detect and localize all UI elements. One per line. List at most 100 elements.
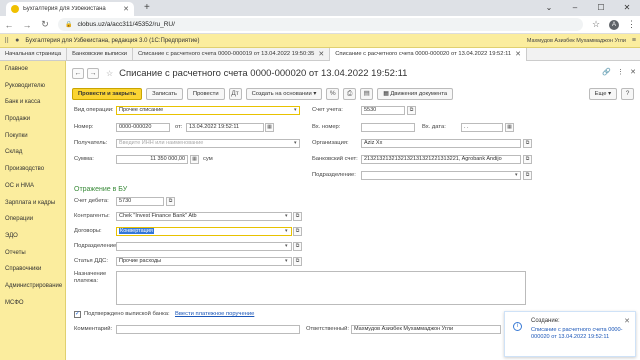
sidebar-item-edo[interactable]: ЭДО: [0, 228, 65, 245]
chevron-down-icon[interactable]: ▾: [294, 106, 297, 115]
open-icon[interactable]: ⧉: [293, 257, 302, 266]
open-icon[interactable]: ⧉: [523, 171, 532, 180]
report-icon[interactable]: ▤: [360, 87, 374, 100]
responsible-field[interactable]: Махмудов Азизбек Мухаммаджон Угли: [351, 325, 501, 334]
sidebar-item-sales[interactable]: Продажи: [0, 111, 65, 128]
forward-icon[interactable]: →: [22, 20, 32, 30]
recipient-label: Получатель:: [74, 140, 108, 146]
bank-account-field[interactable]: 2132132132132132131321221313221, Agroban…: [361, 155, 521, 164]
open-icon[interactable]: ⧉: [166, 197, 175, 206]
in-number-field[interactable]: [361, 123, 415, 132]
open-icon[interactable]: ⧉: [523, 155, 532, 164]
back-icon[interactable]: ←: [4, 20, 14, 30]
chevron-down-icon[interactable]: ▾: [285, 257, 288, 266]
percent-icon[interactable]: %: [326, 87, 340, 100]
close-tab-icon[interactable]: ✕: [123, 6, 129, 13]
more-icon[interactable]: ⋮: [617, 68, 624, 76]
sidebar-item-purchases[interactable]: Покупки: [0, 128, 65, 145]
number-field[interactable]: 0000-000020: [116, 123, 170, 132]
chevron-down-icon[interactable]: ▾: [285, 212, 288, 221]
sidebar-item-ifrs[interactable]: МСФО: [0, 295, 65, 312]
new-tab-icon[interactable]: +: [144, 2, 150, 13]
create-based-on-button[interactable]: Создать на основании ▾: [245, 87, 323, 100]
recipient-input[interactable]: Введите ИНН или наименование: [116, 139, 300, 148]
more-button[interactable]: Еще ▾: [588, 87, 617, 100]
sidebar-item-warehouse[interactable]: Склад: [0, 144, 65, 161]
enter-payment-order-link[interactable]: Ввести платежное поручение: [175, 310, 254, 319]
sidebar-item-directories[interactable]: Справочники: [0, 261, 65, 278]
in-date-field[interactable]: . .: [461, 123, 503, 132]
comment-field[interactable]: [116, 325, 300, 334]
account-field[interactable]: 5530: [361, 106, 405, 115]
debit-credit-icon[interactable]: Дт: [228, 87, 242, 100]
maximize-icon[interactable]: ☐: [588, 0, 614, 16]
lock-icon: 🔒: [65, 22, 73, 28]
save-button[interactable]: Записать: [146, 87, 183, 100]
op-type-select[interactable]: Прочее списание: [116, 106, 300, 115]
calendar-icon[interactable]: ▦: [265, 123, 274, 132]
sidebar-item-payroll[interactable]: Зарплата и кадры: [0, 195, 65, 212]
tab-bank-statements[interactable]: Банковские выписки: [67, 48, 133, 61]
counterparty-field[interactable]: Chek "Invest Finance Bank" Atb: [116, 212, 292, 221]
reload-icon[interactable]: ↻: [40, 19, 50, 30]
browser-menu-icon[interactable]: ⋮: [627, 19, 636, 30]
date-field[interactable]: 13.04.2022 19:52:11: [186, 123, 264, 132]
close-icon[interactable]: ✕: [318, 51, 324, 58]
avatar[interactable]: A: [609, 19, 619, 30]
current-user[interactable]: Махмудов Азизбек Мухаммаджон Угли: [527, 38, 626, 44]
back-button[interactable]: ←: [72, 67, 84, 79]
forward-button[interactable]: →: [87, 67, 99, 79]
tab-writeoff-20[interactable]: Списание с расчетного счета 0000-000020 …: [330, 48, 527, 61]
chevron-down-icon[interactable]: ▾: [285, 242, 288, 251]
link-icon[interactable]: 🔗: [602, 68, 611, 76]
favicon-icon: [11, 5, 19, 13]
confirmed-checkbox[interactable]: ✓: [74, 311, 81, 318]
browser-tab[interactable]: Бухгалтерия для Узбекистана ✕: [6, 2, 134, 16]
open-icon[interactable]: ⧉: [293, 242, 302, 251]
division2-field[interactable]: [116, 242, 292, 251]
sidebar-item-reports[interactable]: Отчеты: [0, 245, 65, 262]
purpose-textarea[interactable]: [116, 271, 526, 305]
sidebar-item-operations[interactable]: Операции: [0, 211, 65, 228]
calendar-icon[interactable]: ▦: [505, 123, 514, 132]
bookmark-star-icon[interactable]: ☆: [591, 19, 601, 30]
close-icon[interactable]: ✕: [515, 51, 521, 58]
sidebar-item-assets[interactable]: ОС и НМА: [0, 178, 65, 195]
print-icon[interactable]: ⎙: [343, 87, 357, 100]
apps-menu-icon[interactable]: ⠿: [4, 37, 9, 45]
menu-icon[interactable]: ≡: [632, 37, 636, 44]
sidebar-item-bank[interactable]: Банк и касса: [0, 94, 65, 111]
tab-home[interactable]: Начальная страница: [0, 48, 68, 61]
post-button[interactable]: Провести: [186, 87, 225, 100]
open-icon[interactable]: ⧉: [523, 139, 532, 148]
close-window-icon[interactable]: ✕: [614, 0, 640, 16]
division-field[interactable]: [361, 171, 521, 180]
org-field[interactable]: Aziz Xx: [361, 139, 521, 148]
close-icon[interactable]: ✕: [624, 317, 630, 325]
document-movements-button[interactable]: ▦ Движения документа: [377, 87, 454, 100]
help-icon[interactable]: ?: [621, 87, 634, 100]
sidebar-item-admin[interactable]: Администрирование: [0, 278, 65, 295]
close-icon[interactable]: ✕: [630, 68, 636, 76]
open-icon[interactable]: ⧉: [293, 212, 302, 221]
open-icon[interactable]: ⧉: [293, 227, 302, 236]
sum-field[interactable]: 11 350 000,00: [116, 155, 188, 164]
debit-field[interactable]: 5730: [116, 197, 164, 206]
url-input[interactable]: 🔒 clobus.uz/a/acc311/45352/ru_RU/: [58, 18, 583, 31]
chevron-down-icon[interactable]: ⌄: [536, 0, 562, 16]
post-and-close-button[interactable]: Провести и закрыть: [72, 87, 143, 100]
open-icon[interactable]: ⧉: [407, 106, 416, 115]
favorite-star-icon[interactable]: ☆: [106, 69, 113, 78]
tab-writeoff-19[interactable]: Списание с расчетного счета 0000-000019 …: [133, 48, 331, 61]
chevron-down-icon[interactable]: ▾: [285, 227, 288, 236]
chevron-down-icon[interactable]: ▾: [294, 139, 297, 148]
sidebar-item-manager[interactable]: Руководителю: [0, 78, 65, 95]
minimize-icon[interactable]: –: [562, 0, 588, 16]
contracts-field[interactable]: Конвертация: [116, 227, 292, 236]
dds-field[interactable]: Прочие расходы: [116, 257, 292, 266]
notification-link[interactable]: Списание с расчетного счета 0000-000020 …: [531, 327, 629, 341]
sidebar-item-production[interactable]: Производство: [0, 161, 65, 178]
chevron-down-icon[interactable]: ▾: [515, 171, 518, 180]
calculator-icon[interactable]: ▦: [190, 155, 199, 164]
sidebar-item-main[interactable]: Главное: [0, 61, 65, 78]
